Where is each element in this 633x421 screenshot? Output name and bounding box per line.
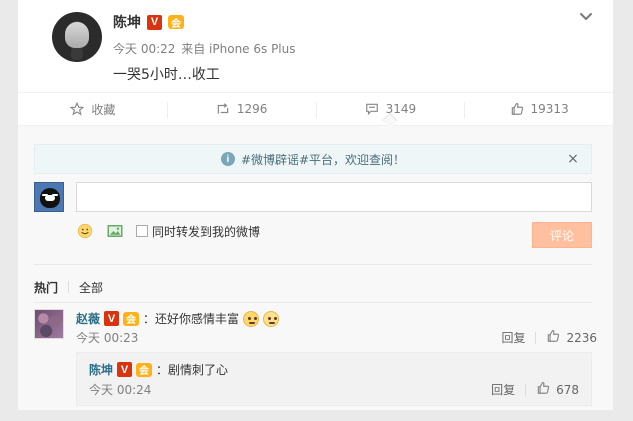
like-button[interactable]: 19313 (464, 93, 613, 125)
reply-box: 陈坤 V 会 ：剧情刺了心 今天 00:24 回复 678 (76, 352, 592, 406)
verified-badge[interactable]: V (147, 14, 162, 30)
comment-time: 今天 00:23 (76, 331, 139, 345)
comment-icon (364, 101, 380, 117)
author-row: 陈坤 V 会 (113, 12, 184, 32)
commenter-avatar[interactable] (34, 309, 64, 339)
filter-all[interactable]: 全部 (79, 279, 103, 296)
emoji-icon[interactable] (76, 222, 94, 240)
thumb-up-icon (536, 381, 550, 398)
forward-checkbox[interactable] (136, 225, 148, 237)
rumor-notice: i #微博辟谣#平台，欢迎查阅！ × (34, 144, 592, 174)
repost-count: 1296 (236, 102, 268, 116)
reply-vip-badge[interactable]: 会 (136, 362, 153, 377)
composer-tools: 同时转发到我的微博 (76, 222, 260, 240)
thumb-up-icon (546, 329, 560, 346)
comment-line: 赵薇 V 会 ：还好你感情丰富 (76, 310, 280, 327)
reply-button[interactable]: 回复 (501, 329, 525, 346)
reply-actions: 回复 678 (491, 381, 579, 398)
reply-time: 今天 00:24 (89, 383, 152, 397)
comment-count: 3149 (385, 102, 417, 116)
comment-like-count: 2236 (566, 330, 597, 345)
thumb-up-icon (509, 101, 525, 117)
comments-divider (34, 302, 592, 303)
author-name[interactable]: 陈坤 (113, 12, 141, 32)
reply-text: ：剧情刺了心 (156, 363, 229, 377)
reply-reply-button[interactable]: 回复 (491, 381, 515, 398)
post-text: 一哭5小时…收工 (113, 67, 220, 83)
close-icon[interactable]: × (565, 151, 581, 167)
filter-hot[interactable]: 热门 (34, 279, 58, 296)
forward-label: 同时转发到我的微博 (152, 224, 261, 239)
comment-filters: 热门 全部 (34, 279, 103, 296)
forward-to-my-weibo[interactable]: 同时转发到我的微博 (136, 223, 260, 240)
reply-author-name[interactable]: 陈坤 (89, 361, 113, 378)
composer-divider (34, 264, 592, 265)
commenter-vip-badge[interactable]: 会 (123, 311, 140, 326)
like-count: 19313 (530, 102, 569, 116)
current-user-avatar[interactable] (34, 182, 64, 212)
comment-actions-separator (535, 331, 537, 344)
weibo-post-card: 陈坤 V 会 今天 00:22 来自 iPhone 6s Plus 一哭5小时…… (18, 0, 613, 410)
repost-button[interactable]: 1296 (166, 93, 316, 125)
favorite-button[interactable]: 收藏 (18, 93, 167, 125)
post-time[interactable]: 今天 00:22 (113, 42, 175, 56)
reply-line: 陈坤 V 会 ：剧情刺了心 (89, 361, 228, 378)
star-icon (69, 101, 85, 117)
notice-text[interactable]: #微博辟谣#平台，欢迎查阅！ (241, 151, 405, 168)
comments-panel: i #微博辟谣#平台，欢迎查阅！ × 同时转发到我的微博 评论 热门 全部 赵薇… (18, 126, 613, 410)
repost-icon (215, 101, 231, 117)
post-meta: 今天 00:22 来自 iPhone 6s Plus (113, 40, 296, 57)
emoji-icon (243, 310, 260, 327)
comment-like-button[interactable]: 2236 (546, 329, 597, 346)
reply-actions-separator (525, 383, 527, 396)
vip-badge[interactable]: 会 (168, 15, 184, 30)
submit-comment-button[interactable]: 评论 (532, 222, 592, 248)
comment-button[interactable]: 3149 (315, 93, 465, 125)
reply-like-button[interactable]: 678 (536, 381, 579, 398)
comment-text: ：还好你感情丰富 (143, 312, 240, 326)
image-icon[interactable] (106, 222, 124, 240)
emoji-icon (263, 310, 280, 327)
author-avatar[interactable] (52, 12, 102, 62)
info-icon: i (220, 152, 235, 166)
post-actions: 收藏 1296 3149 19313 (18, 92, 613, 126)
filter-separator (68, 281, 70, 293)
commenter-verified-badge[interactable]: V (104, 311, 120, 326)
chevron-down-icon[interactable] (577, 8, 595, 26)
post-source[interactable]: 来自 iPhone 6s Plus (181, 42, 295, 56)
reply-verified-badge[interactable]: V (117, 362, 133, 377)
reply-like-count: 678 (556, 382, 579, 397)
comment-input[interactable] (76, 182, 592, 212)
comment-actions: 回复 2236 (501, 329, 597, 346)
favorite-label: 收藏 (91, 102, 116, 117)
commenter-name[interactable]: 赵薇 (76, 310, 100, 327)
